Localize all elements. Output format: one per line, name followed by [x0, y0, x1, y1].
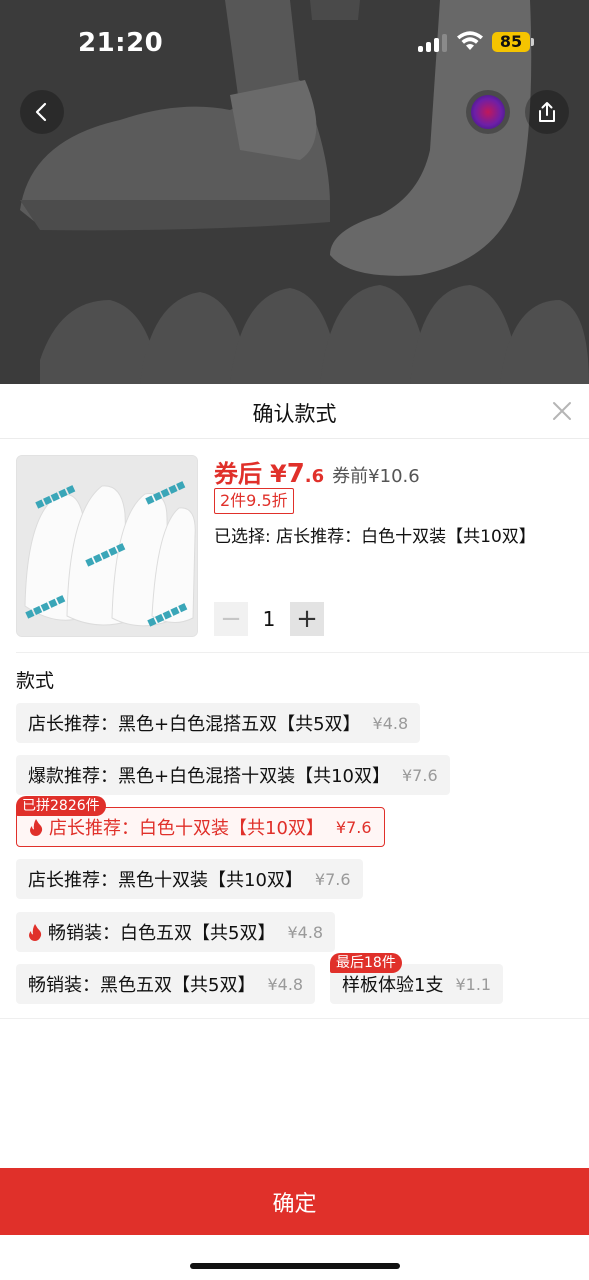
group-buy-badge: 已拼2826件 [16, 796, 106, 816]
confirm-button[interactable]: 确定 [0, 1168, 589, 1235]
divider [0, 1018, 589, 1019]
price-integer: 7 [286, 459, 305, 489]
option-price: ¥7.6 [402, 765, 438, 785]
wifi-icon [457, 31, 483, 50]
option-price: ¥7.6 [335, 817, 372, 837]
option-1[interactable]: 爆款推荐：黑色+白色混搭十双装【共10双】 ¥7.6 [16, 755, 450, 795]
fire-icon [30, 818, 43, 836]
option-label: 畅销装：黑色五双【共5双】 [28, 975, 256, 996]
divider [16, 652, 589, 653]
share-button[interactable] [525, 90, 569, 134]
option-label: 店长推荐：黑色+白色混搭五双【共5双】 [28, 714, 361, 735]
option-price: ¥1.1 [455, 974, 492, 994]
selected-variant-text: 已选择: 店长推荐：白色十双装【共10双】 [214, 527, 536, 547]
white-socks-image: ■■■■■ ■■■■■ ■■■■■ ■■■■■ ■■■■■ [17, 456, 197, 636]
product-thumbnail: ■■■■■ ■■■■■ ■■■■■ ■■■■■ ■■■■■ [16, 455, 198, 637]
coupon-price: 券后 ¥ 7 .6 券前¥10.6 [214, 454, 420, 489]
option-5[interactable]: 畅销装：黑色五双【共5双】 ¥4.8 [16, 964, 316, 1004]
price-currency: ¥ [270, 460, 287, 488]
style-section-title: 款式 [16, 670, 55, 692]
option-price: ¥4.8 [287, 922, 324, 942]
cellular-signal-icon [418, 34, 448, 52]
option-3[interactable]: 店长推荐：黑色十双装【共10双】 ¥7.6 [16, 859, 363, 899]
stock-left-badge: 最后18件 [330, 953, 402, 973]
option-price: ¥4.8 [372, 713, 409, 733]
quantity-stepper: − 1 + [214, 602, 324, 636]
sheet-title: 确认款式 [252, 402, 337, 426]
quantity-value[interactable]: 1 [248, 607, 290, 631]
price-decimal: .6 [304, 466, 325, 487]
battery-icon: 85 [492, 32, 530, 52]
battery-tip [531, 38, 534, 46]
share-icon [539, 102, 555, 122]
pre-coupon-price: 券前¥10.6 [332, 466, 420, 487]
option-label: 样板体验1支 [342, 975, 444, 996]
shop-avatar-button[interactable] [466, 90, 510, 134]
sheet-header: 确认款式 [0, 384, 589, 439]
option-label: 爆款推荐：黑色+白色混搭十双装【共10双】 [28, 766, 390, 787]
avatar [471, 95, 505, 129]
home-indicator [190, 1263, 400, 1269]
option-label: 店长推荐：白色十双装【共10双】 [49, 818, 324, 839]
fire-icon [29, 923, 42, 941]
price-label: 券后 [214, 460, 262, 488]
option-price: ¥4.8 [267, 974, 304, 994]
back-button[interactable] [20, 90, 64, 134]
status-bar: 21:20 85 [0, 0, 589, 86]
chevron-left-icon [35, 102, 47, 122]
style-picker-sheet: 确认款式 ■■■■■ ■■■■■ ■■■■■ ■■■■■ ■■■■■ 券后 ¥ … [0, 384, 589, 1280]
increase-quantity-button[interactable]: + [290, 602, 324, 636]
close-icon[interactable] [551, 400, 573, 422]
option-label: 店长推荐：黑色十双装【共10双】 [28, 870, 303, 891]
decrease-quantity-button[interactable]: − [214, 602, 248, 636]
option-4[interactable]: 畅销装：白色五双【共5双】 ¥4.8 [16, 912, 336, 952]
status-time: 21:20 [78, 28, 164, 58]
option-price: ¥7.6 [314, 869, 351, 889]
discount-tag: 2件9.5折 [214, 488, 294, 514]
option-label: 畅销装：白色五双【共5双】 [48, 923, 276, 944]
option-0[interactable]: 店长推荐：黑色+白色混搭五双【共5双】 ¥4.8 [16, 703, 421, 743]
